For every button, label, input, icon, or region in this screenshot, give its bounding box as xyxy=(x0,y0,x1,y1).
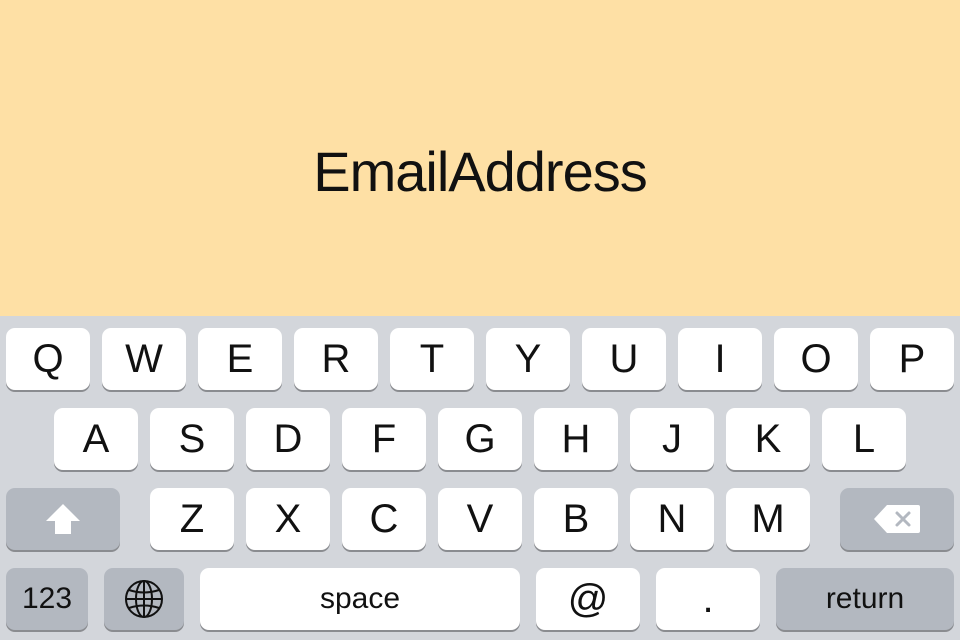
key-x[interactable]: X xyxy=(246,488,330,550)
key-e[interactable]: E xyxy=(198,328,282,390)
key-v[interactable]: V xyxy=(438,488,522,550)
key-q[interactable]: Q xyxy=(6,328,90,390)
globe-key[interactable] xyxy=(104,568,184,630)
globe-icon xyxy=(123,578,165,620)
input-text: EmailAddress xyxy=(313,139,647,203)
key-l[interactable]: L xyxy=(822,408,906,470)
key-u[interactable]: U xyxy=(582,328,666,390)
key-i[interactable]: I xyxy=(678,328,762,390)
key-d[interactable]: D xyxy=(246,408,330,470)
key-r[interactable]: R xyxy=(294,328,378,390)
key-h[interactable]: H xyxy=(534,408,618,470)
key-f[interactable]: F xyxy=(342,408,426,470)
return-key[interactable]: return xyxy=(776,568,954,630)
key-m[interactable]: M xyxy=(726,488,810,550)
key-w[interactable]: W xyxy=(102,328,186,390)
key-dot[interactable]: . xyxy=(656,568,760,630)
key-o[interactable]: O xyxy=(774,328,858,390)
key-at[interactable]: @ xyxy=(536,568,640,630)
key-t[interactable]: T xyxy=(390,328,474,390)
key-p[interactable]: P xyxy=(870,328,954,390)
space-key[interactable]: space xyxy=(200,568,520,630)
numbers-key[interactable]: 123 xyxy=(6,568,88,630)
screen: EmailAddress Q W E R T Y U I O P A S D F… xyxy=(0,0,960,640)
key-c[interactable]: C xyxy=(342,488,426,550)
text-display-area: EmailAddress xyxy=(0,0,960,316)
backspace-icon xyxy=(873,504,921,534)
key-n[interactable]: N xyxy=(630,488,714,550)
key-b[interactable]: B xyxy=(534,488,618,550)
key-z[interactable]: Z xyxy=(150,488,234,550)
shift-key[interactable] xyxy=(6,488,120,550)
key-j[interactable]: J xyxy=(630,408,714,470)
delete-key[interactable] xyxy=(840,488,954,550)
key-y[interactable]: Y xyxy=(486,328,570,390)
key-g[interactable]: G xyxy=(438,408,522,470)
key-k[interactable]: K xyxy=(726,408,810,470)
key-a[interactable]: A xyxy=(54,408,138,470)
shift-arrow-icon xyxy=(44,502,82,536)
keyboard: Q W E R T Y U I O P A S D F G H J K L Z … xyxy=(0,316,960,640)
key-s[interactable]: S xyxy=(150,408,234,470)
